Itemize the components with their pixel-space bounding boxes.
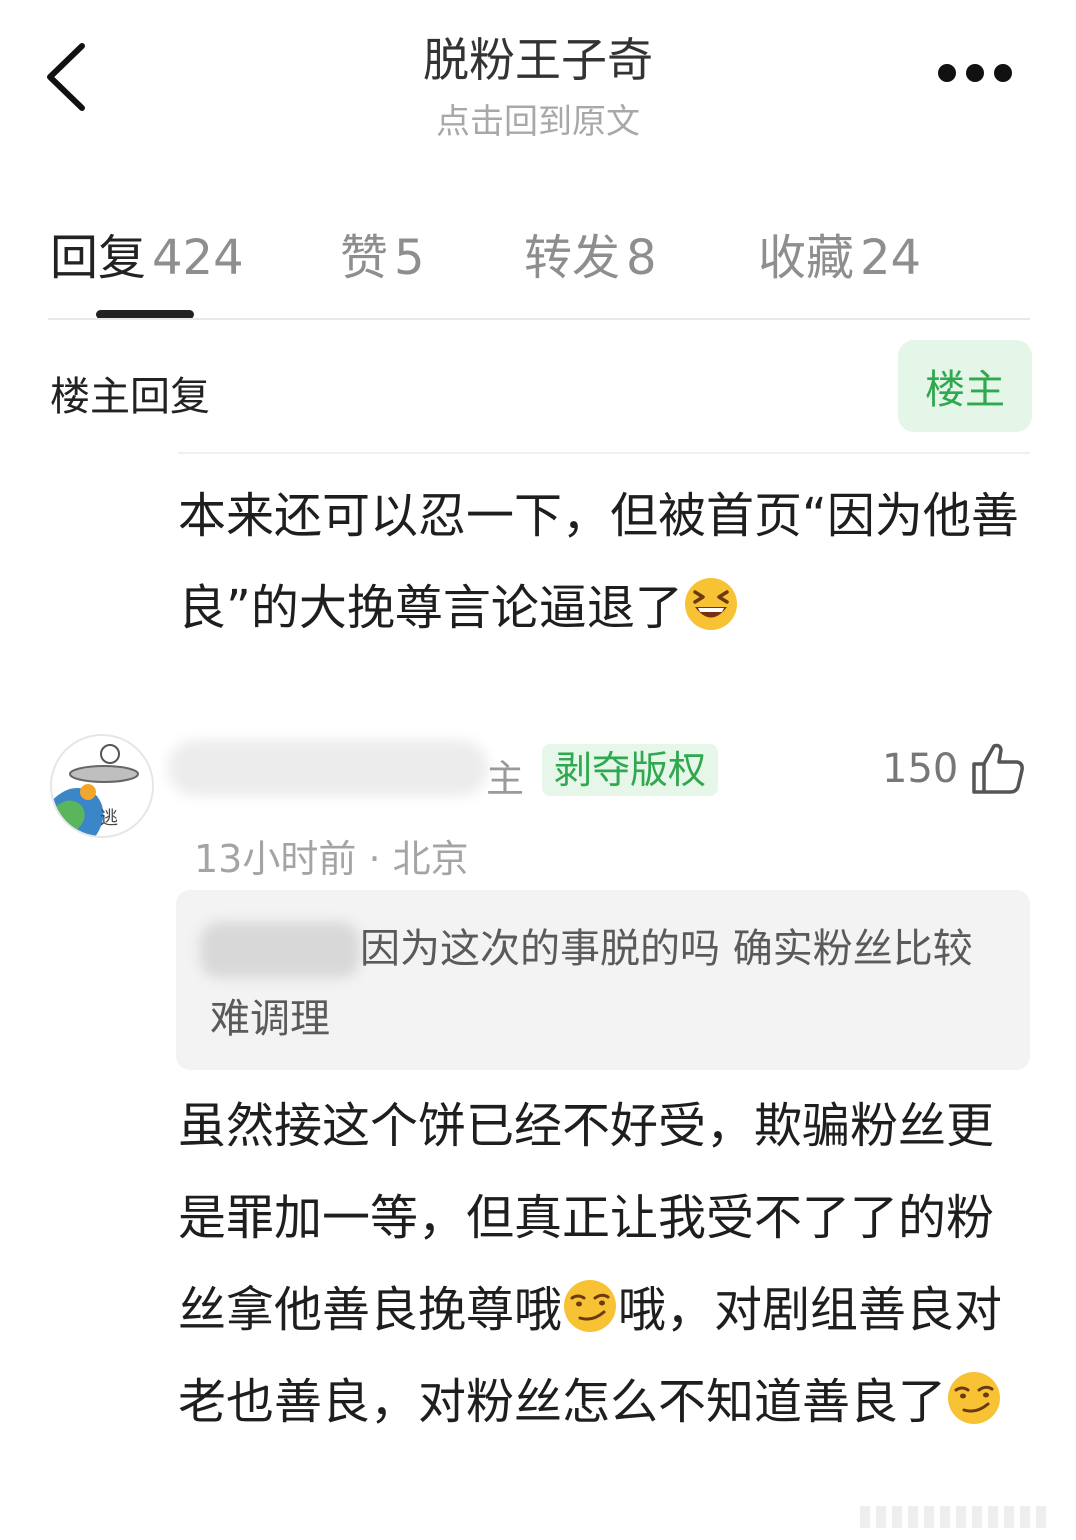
avatar-illustration-icon: 逃 xyxy=(52,736,152,836)
tab-label: 赞 xyxy=(340,230,389,286)
tab-count: 424 xyxy=(152,230,244,286)
tab-divider xyxy=(48,318,1030,320)
tab-count: 5 xyxy=(394,230,425,286)
owner-reply-text: 本来还可以忍一下，但被首页“因为他善良”的大挽尊言论逼退了 xyxy=(178,470,1028,654)
back-to-original-link[interactable]: 点击回到原文 xyxy=(0,94,1076,143)
tab-count: 8 xyxy=(626,230,657,286)
comment-location: 北京 xyxy=(392,837,469,881)
thumbs-up-icon[interactable] xyxy=(970,740,1026,796)
avatar[interactable]: 逃 xyxy=(50,734,154,838)
tab-label: 回复 xyxy=(50,230,147,286)
tab-replies[interactable]: 回复 424 xyxy=(50,218,244,288)
tab-favorites[interactable]: 收藏 24 xyxy=(758,218,921,288)
laughing-face-icon xyxy=(684,578,737,630)
owner-reply-heading: 楼主回复 xyxy=(50,374,210,420)
tab-reposts[interactable]: 转发 8 xyxy=(524,218,657,288)
tab-label: 转发 xyxy=(524,230,621,286)
watermark-icon xyxy=(860,1506,1046,1528)
owner-badge[interactable]: 楼主 xyxy=(898,340,1032,432)
quoted-reply-text: 因为这次的事脱的吗 确实粉丝比较难调理 xyxy=(210,926,973,1042)
user-tag: 剥夺版权 xyxy=(542,744,719,796)
comment-body: 虽然接这个饼已经不好受，欺骗粉丝更是罪加一等，但真正让我受不了了的粉丝拿他善良挽… xyxy=(178,1080,1038,1448)
username-suffix: 主 xyxy=(486,757,525,801)
tab-likes[interactable]: 赞5 xyxy=(340,218,425,288)
owner-reply-body: 本来还可以忍一下，但被首页“因为他善良”的大挽尊言论逼退了 xyxy=(178,488,1019,636)
page-title: 脱粉王子奇 xyxy=(423,33,653,87)
divider xyxy=(178,452,1030,454)
like-count: 150 xyxy=(882,746,959,792)
blurred-username xyxy=(168,740,488,796)
more-dots-icon[interactable] xyxy=(938,64,1012,86)
tab-count: 24 xyxy=(860,230,922,286)
comment-meta: 13小时前 · 北京 xyxy=(194,828,469,883)
smirking-face-icon xyxy=(564,1280,617,1332)
svg-text:逃: 逃 xyxy=(100,808,118,829)
meta-separator: · xyxy=(368,837,381,881)
comment-time: 13小时前 xyxy=(194,837,357,881)
tab-label: 收藏 xyxy=(758,230,855,286)
smirking-face-icon xyxy=(948,1372,1001,1424)
